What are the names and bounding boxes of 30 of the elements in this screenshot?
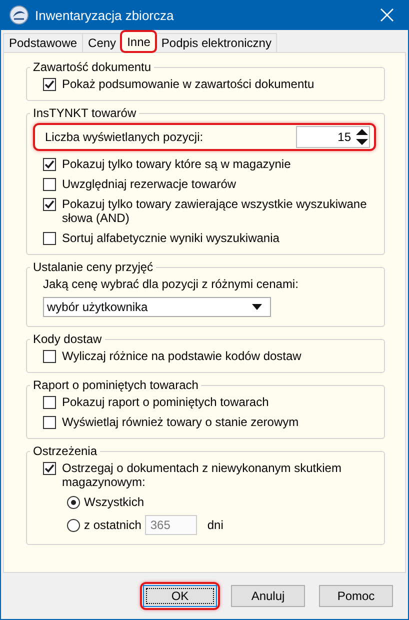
checkbox-label: Ostrzegaj o dokumentach z niewykonanym skutkiem magazynowym: <box>62 461 342 489</box>
spinner-label: Liczba wyświetlanych pozycji: <box>45 130 204 144</box>
field-label: Jaką cenę wybrać dla pozycji z różnymi cenami: <box>43 277 298 291</box>
unit-label: dni <box>207 518 224 532</box>
group-title: Zawartość dokumentu <box>32 60 152 74</box>
checkbox-label: Wyliczaj różnice na podstawie kodów dostaw <box>62 349 302 363</box>
group-title: InsTYNKT towarów <box>32 106 138 120</box>
checkbox-label: Pokazuj raport o pominiętych towarach <box>62 395 269 409</box>
window-title: Inwentaryzacja zbiorcza <box>35 8 175 22</box>
dialog-button[interactable]: Pomoc <box>319 585 393 607</box>
tab[interactable]: Podpis elektroniczny <box>155 33 278 52</box>
checkbox-label: Pokazuj tylko towary zawierające wszystkie wyszukiwane słowa (AND) <box>62 197 368 225</box>
dialog-button[interactable]: Anuluj <box>231 585 305 607</box>
group-title: Ustalanie ceny przyjęć <box>32 260 154 274</box>
checkbox-label: Pokaż podsumowanie w zawartości dokumentu <box>62 77 314 91</box>
radio-label: z ostatnich <box>84 518 142 532</box>
tab[interactable]: Podstawowe <box>3 33 84 52</box>
number-spinner[interactable]: 15 <box>296 126 370 148</box>
checkbox-label: Uwzględniaj rezerwacje towarów <box>62 177 236 191</box>
tab[interactable]: Ceny <box>82 33 122 52</box>
checkbox-label: Wyświetlaj również towary o stanie zerowym <box>62 415 299 429</box>
group-title: Raport o pominiętych towarach <box>32 378 200 392</box>
radio-label: Wszystkich <box>84 495 144 509</box>
dialog-button[interactable]: OK <box>143 585 217 607</box>
group-title: Kody dostaw <box>32 332 103 346</box>
checkbox-label: Sortuj alfabetycznie wyniki wyszukiwania <box>62 231 280 245</box>
tab[interactable]: Inne <box>121 31 156 52</box>
checkbox-label: Pokazuj tylko towary które są w magazynie <box>62 157 291 171</box>
group-title: Ostrzeżenia <box>32 444 98 458</box>
dropdown[interactable]: wybór użytkownika <box>43 297 271 317</box>
